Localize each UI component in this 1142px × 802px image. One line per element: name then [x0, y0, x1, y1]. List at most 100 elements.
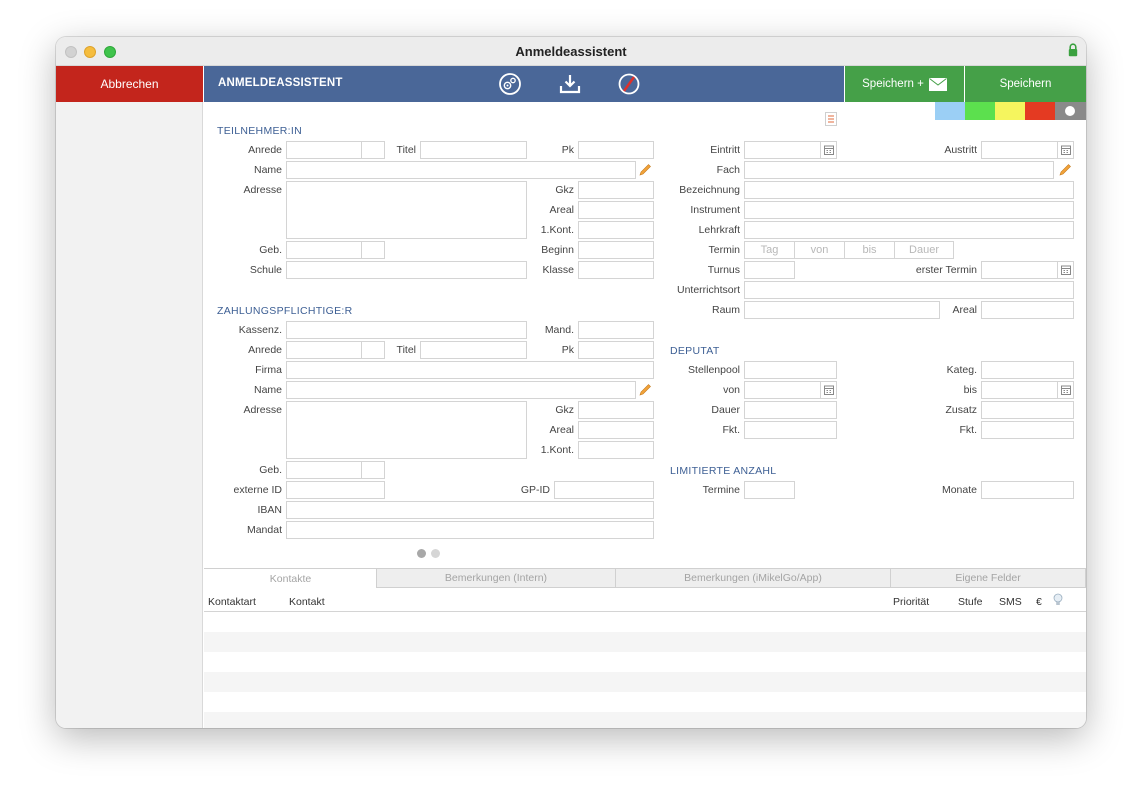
eintritt-calendar-icon[interactable] [820, 141, 836, 159]
tab-bemerkungen-app[interactable]: Bemerkungen (iMikelGo/App) [615, 568, 891, 588]
course-erster-termin-field[interactable] [981, 261, 1074, 279]
deputat-bis-calendar-icon[interactable] [1057, 381, 1073, 399]
course-bezeichnung-label: Bezeichnung [679, 184, 740, 196]
column-kontaktart[interactable]: Kontaktart [208, 596, 256, 608]
payer-geb-suffix-field[interactable] [361, 461, 385, 479]
payer-titel-field[interactable] [420, 341, 527, 359]
payer-geb-field[interactable] [286, 461, 362, 479]
course-fach-pencil-icon[interactable] [1058, 163, 1072, 177]
payer-firma-field[interactable] [286, 361, 654, 379]
termin-von-segment[interactable]: von [794, 241, 845, 259]
payer-areal-field[interactable] [578, 421, 654, 439]
participant-schule-field[interactable] [286, 261, 527, 279]
tab-eigene-felder[interactable]: Eigene Felder [890, 568, 1086, 588]
payer-externe-id-field[interactable] [286, 481, 385, 499]
table-row[interactable] [204, 672, 1086, 692]
course-raum-field[interactable] [744, 301, 940, 319]
column-kontakt[interactable]: Kontakt [289, 596, 325, 608]
payer-pk-field[interactable] [578, 341, 654, 359]
course-turnus-field[interactable] [744, 261, 795, 279]
payer-name-field[interactable] [286, 381, 636, 399]
deputat-fkt-right-field[interactable] [981, 421, 1074, 439]
payer-iban-field[interactable] [286, 501, 654, 519]
color-swatch-yellow[interactable] [995, 102, 1025, 120]
course-areal-field[interactable] [981, 301, 1074, 319]
limit-monate-field[interactable] [981, 481, 1074, 499]
deputat-bis-field[interactable] [981, 381, 1074, 399]
course-eintritt-field[interactable] [744, 141, 837, 159]
deputat-fkt-left-field[interactable] [744, 421, 837, 439]
list-icon[interactable] [825, 112, 837, 126]
participant-anrede-field[interactable] [286, 141, 362, 159]
contacts-table-header: Kontaktart Kontakt Priorität Stufe SMS € [204, 588, 1086, 612]
participant-address-field[interactable] [286, 181, 527, 239]
termin-tag-segment[interactable]: Tag [744, 241, 795, 259]
participant-name-field[interactable] [286, 161, 636, 179]
course-unterrichtsort-field[interactable] [744, 281, 1074, 299]
limit-monate-label: Monate [941, 484, 977, 496]
erster-termin-calendar-icon[interactable] [1057, 261, 1073, 279]
austritt-calendar-icon[interactable] [1057, 141, 1073, 159]
limit-section-title: LIMITIERTE ANZAHL [670, 465, 777, 477]
payer-gkz-field[interactable] [578, 401, 654, 419]
deputat-zusatz-field[interactable] [981, 401, 1074, 419]
termin-dauer-segment[interactable]: Dauer [894, 241, 954, 259]
tab-kontakte[interactable]: Kontakte [204, 568, 377, 588]
column-sms[interactable]: SMS [999, 596, 1022, 608]
course-lehrkraft-field[interactable] [744, 221, 1074, 239]
lock-icon[interactable] [1068, 43, 1078, 57]
course-bezeichnung-field[interactable] [744, 181, 1074, 199]
participant-beginn-field[interactable] [578, 241, 654, 259]
termin-bis-segment[interactable]: bis [844, 241, 895, 259]
column-euro[interactable]: € [1036, 596, 1042, 608]
payer-gkz-label: Gkz [555, 404, 574, 416]
lightbulb-icon[interactable] [1053, 593, 1063, 607]
color-swatch-blue[interactable] [935, 102, 965, 120]
payer-kont-field[interactable] [578, 441, 654, 459]
color-swatch-green[interactable] [965, 102, 995, 120]
deputat-kateg-field[interactable] [981, 361, 1074, 379]
no-entry-icon[interactable] [617, 72, 641, 96]
color-swatch-gray[interactable] [1055, 102, 1086, 120]
participant-areal-field[interactable] [578, 201, 654, 219]
payer-mandat-label: Mandat [246, 524, 282, 536]
deputat-fkt-left-label: Fkt. [722, 424, 741, 436]
participant-geb-suffix-field[interactable] [361, 241, 385, 259]
limit-termine-field[interactable] [744, 481, 795, 499]
deputat-von-calendar-icon[interactable] [820, 381, 836, 399]
color-swatch-red[interactable] [1025, 102, 1055, 120]
payer-kassenz-field[interactable] [286, 321, 527, 339]
deputat-dauer-field[interactable] [744, 401, 837, 419]
course-instrument-field[interactable] [744, 201, 1074, 219]
payer-gp-id-field[interactable] [554, 481, 654, 499]
download-icon[interactable] [558, 72, 582, 96]
column-stufe[interactable]: Stufe [958, 596, 983, 608]
column-prioritaet[interactable]: Priorität [893, 596, 929, 608]
payer-address-field[interactable] [286, 401, 527, 459]
course-fach-field[interactable] [744, 161, 1054, 179]
participant-kont-field[interactable] [578, 221, 654, 239]
participant-gkz-field[interactable] [578, 181, 654, 199]
participant-geb-field[interactable] [286, 241, 362, 259]
table-row[interactable] [204, 632, 1086, 652]
deputat-von-field[interactable] [744, 381, 837, 399]
participant-titel-field[interactable] [420, 141, 527, 159]
participant-name-pencil-icon[interactable] [638, 163, 652, 177]
save-and-mail-button[interactable]: Speichern + [845, 66, 964, 102]
tab-bemerkungen-intern[interactable]: Bemerkungen (Intern) [376, 568, 616, 588]
payer-mand-field[interactable] [578, 321, 654, 339]
participant-klasse-field[interactable] [578, 261, 654, 279]
deputat-stellenpool-field[interactable] [744, 361, 837, 379]
page-indicator-dot-1[interactable] [417, 549, 426, 558]
page-indicator-dot-2[interactable] [431, 549, 440, 558]
cancel-button[interactable]: Abbrechen [56, 66, 203, 102]
window-title: Anmeldeassistent [515, 44, 627, 59]
payer-name-pencil-icon[interactable] [638, 383, 652, 397]
save-button[interactable]: Speichern [965, 66, 1086, 102]
payer-mandat-field[interactable] [286, 521, 654, 539]
settings-icon[interactable] [498, 72, 522, 96]
participant-pk-field[interactable] [578, 141, 654, 159]
payer-anrede-field[interactable] [286, 341, 362, 359]
course-austritt-field[interactable] [981, 141, 1074, 159]
table-row[interactable] [204, 712, 1086, 728]
